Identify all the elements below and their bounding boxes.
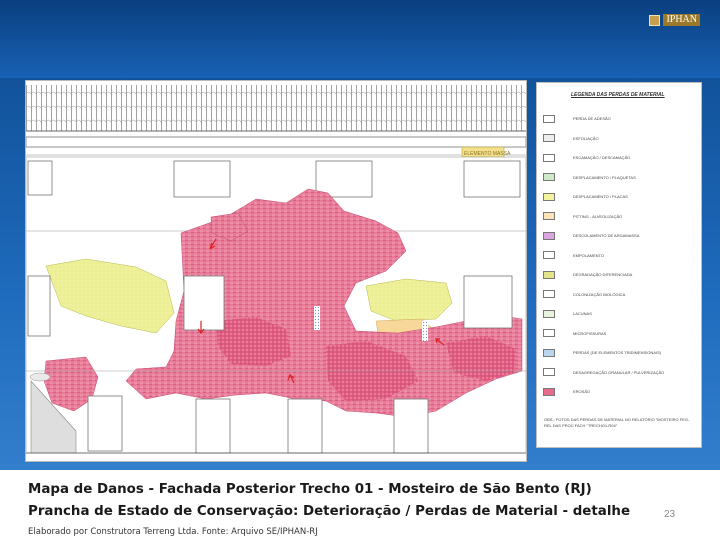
legend-swatch (543, 153, 555, 162)
legend-item-label: DESPLACAMENTO / PLACAS (573, 194, 628, 200)
legend-title: LEGENDA DAS PERDAS DE MATERIAL (571, 92, 665, 98)
legend-item: DESPLACAMENTO / PLAQUETAS (543, 168, 695, 188)
legend-item-label: PITTING - ALVEOLIZAÇÃO (573, 213, 623, 219)
facade-elevation-svg: ELEMENTO MASSA (25, 85, 527, 454)
legend-item: DESPLACAMENTO / PLACAS (543, 187, 695, 207)
legend-item-label: ESFOLIAÇÃO (573, 135, 599, 141)
legend-swatch (543, 368, 555, 377)
legend-item: PITTING - ALVEOLIZAÇÃO (543, 207, 695, 227)
legend-item: ESCAMAÇÃO / DESCAMAÇÃO (543, 148, 695, 168)
legend-swatch (543, 192, 555, 201)
legend-swatch (543, 251, 555, 260)
legend-item: ESFOLIAÇÃO (543, 129, 695, 149)
facade-damage-drawing: ELEMENTO MASSA (25, 80, 527, 462)
legend-swatch (543, 387, 555, 396)
legend-item-label: MICROFISSURAS (573, 330, 607, 336)
legend-item-label: EMPOLAMENTO (573, 252, 605, 258)
legend-item: PERDA DE ADESÃO (543, 109, 695, 129)
top-band (0, 0, 720, 78)
logo-emblem-icon (649, 14, 661, 26)
legend-note: OBS.: FOTOS DAS PERDAS DE MATERIAL NO RE… (544, 417, 690, 428)
damage-legend: LEGENDA DAS PERDAS DE MATERIAL PERDA DE … (536, 82, 702, 448)
legend-item: DESCOLAMENTO DE ARGAMASSA (543, 226, 695, 246)
page-number: 23 (664, 509, 676, 520)
legend-item-label: DESCOLAMENTO DE ARGAMASSA (573, 233, 640, 239)
slide-title: Mapa de Danos - Fachada Posterior Trecho… (28, 482, 592, 497)
legend-item-label: ESCAMAÇÃO / DESCAMAÇÃO (573, 155, 631, 161)
legend-swatch (543, 290, 555, 299)
legend-swatch (543, 173, 555, 182)
legend-swatch (543, 348, 555, 357)
legend-swatch (543, 309, 555, 318)
iphan-logo: IPHAN (649, 14, 700, 26)
legend-item-label: PERDA DE ADESÃO (573, 116, 611, 122)
legend-item: MICROFISSURAS (543, 324, 695, 344)
legend-item: COLONIZAÇÃO BIOLÓGICA (543, 285, 695, 305)
legend-swatch (543, 231, 555, 240)
legend-item: PERDAS (DE ELEMENTOS TRIDIMENSIONAIS) (543, 343, 695, 363)
legend-item-label: DEGRADAÇÃO DIFERENCIADA (573, 272, 633, 278)
legend-swatch (543, 212, 555, 221)
legend-item: EROSÃO (543, 382, 695, 402)
legend-swatch (543, 114, 555, 123)
legend-list: PERDA DE ADESÃO ESFOLIAÇÃO ESCAMAÇÃO / DES… (543, 109, 695, 402)
legend-item: DEGRADAÇÃO DIFERENCIADA (543, 265, 695, 285)
legend-item-label: DESPLACAMENTO / PLAQUETAS (573, 174, 636, 180)
legend-item: DESAGREGAÇÃO GRANULAR / PULVERIZAÇÃO (543, 363, 695, 383)
slide-subtitle: Prancha de Estado de Conservação: Deteri… (28, 504, 631, 519)
logo-text: IPHAN (663, 14, 700, 26)
legend-item-label: LACUNAS (573, 311, 592, 317)
legend-swatch (543, 134, 555, 143)
legend-item: LACUNAS (543, 304, 695, 324)
drawing-stamp: ELEMENTO MASSA (464, 151, 511, 157)
slide-credit: Elaborado por Construtora Terreng Ltda. … (28, 527, 318, 537)
legend-item-label: PERDAS (DE ELEMENTOS TRIDIMENSIONAIS) (573, 350, 662, 356)
legend-swatch (543, 270, 555, 279)
legend-item-label: DESAGREGAÇÃO GRANULAR / PULVERIZAÇÃO (573, 369, 665, 375)
legend-item: EMPOLAMENTO (543, 246, 695, 266)
legend-item-label: COLONIZAÇÃO BIOLÓGICA (573, 291, 626, 297)
legend-item-label: EROSÃO (573, 389, 591, 395)
legend-swatch (543, 329, 555, 338)
